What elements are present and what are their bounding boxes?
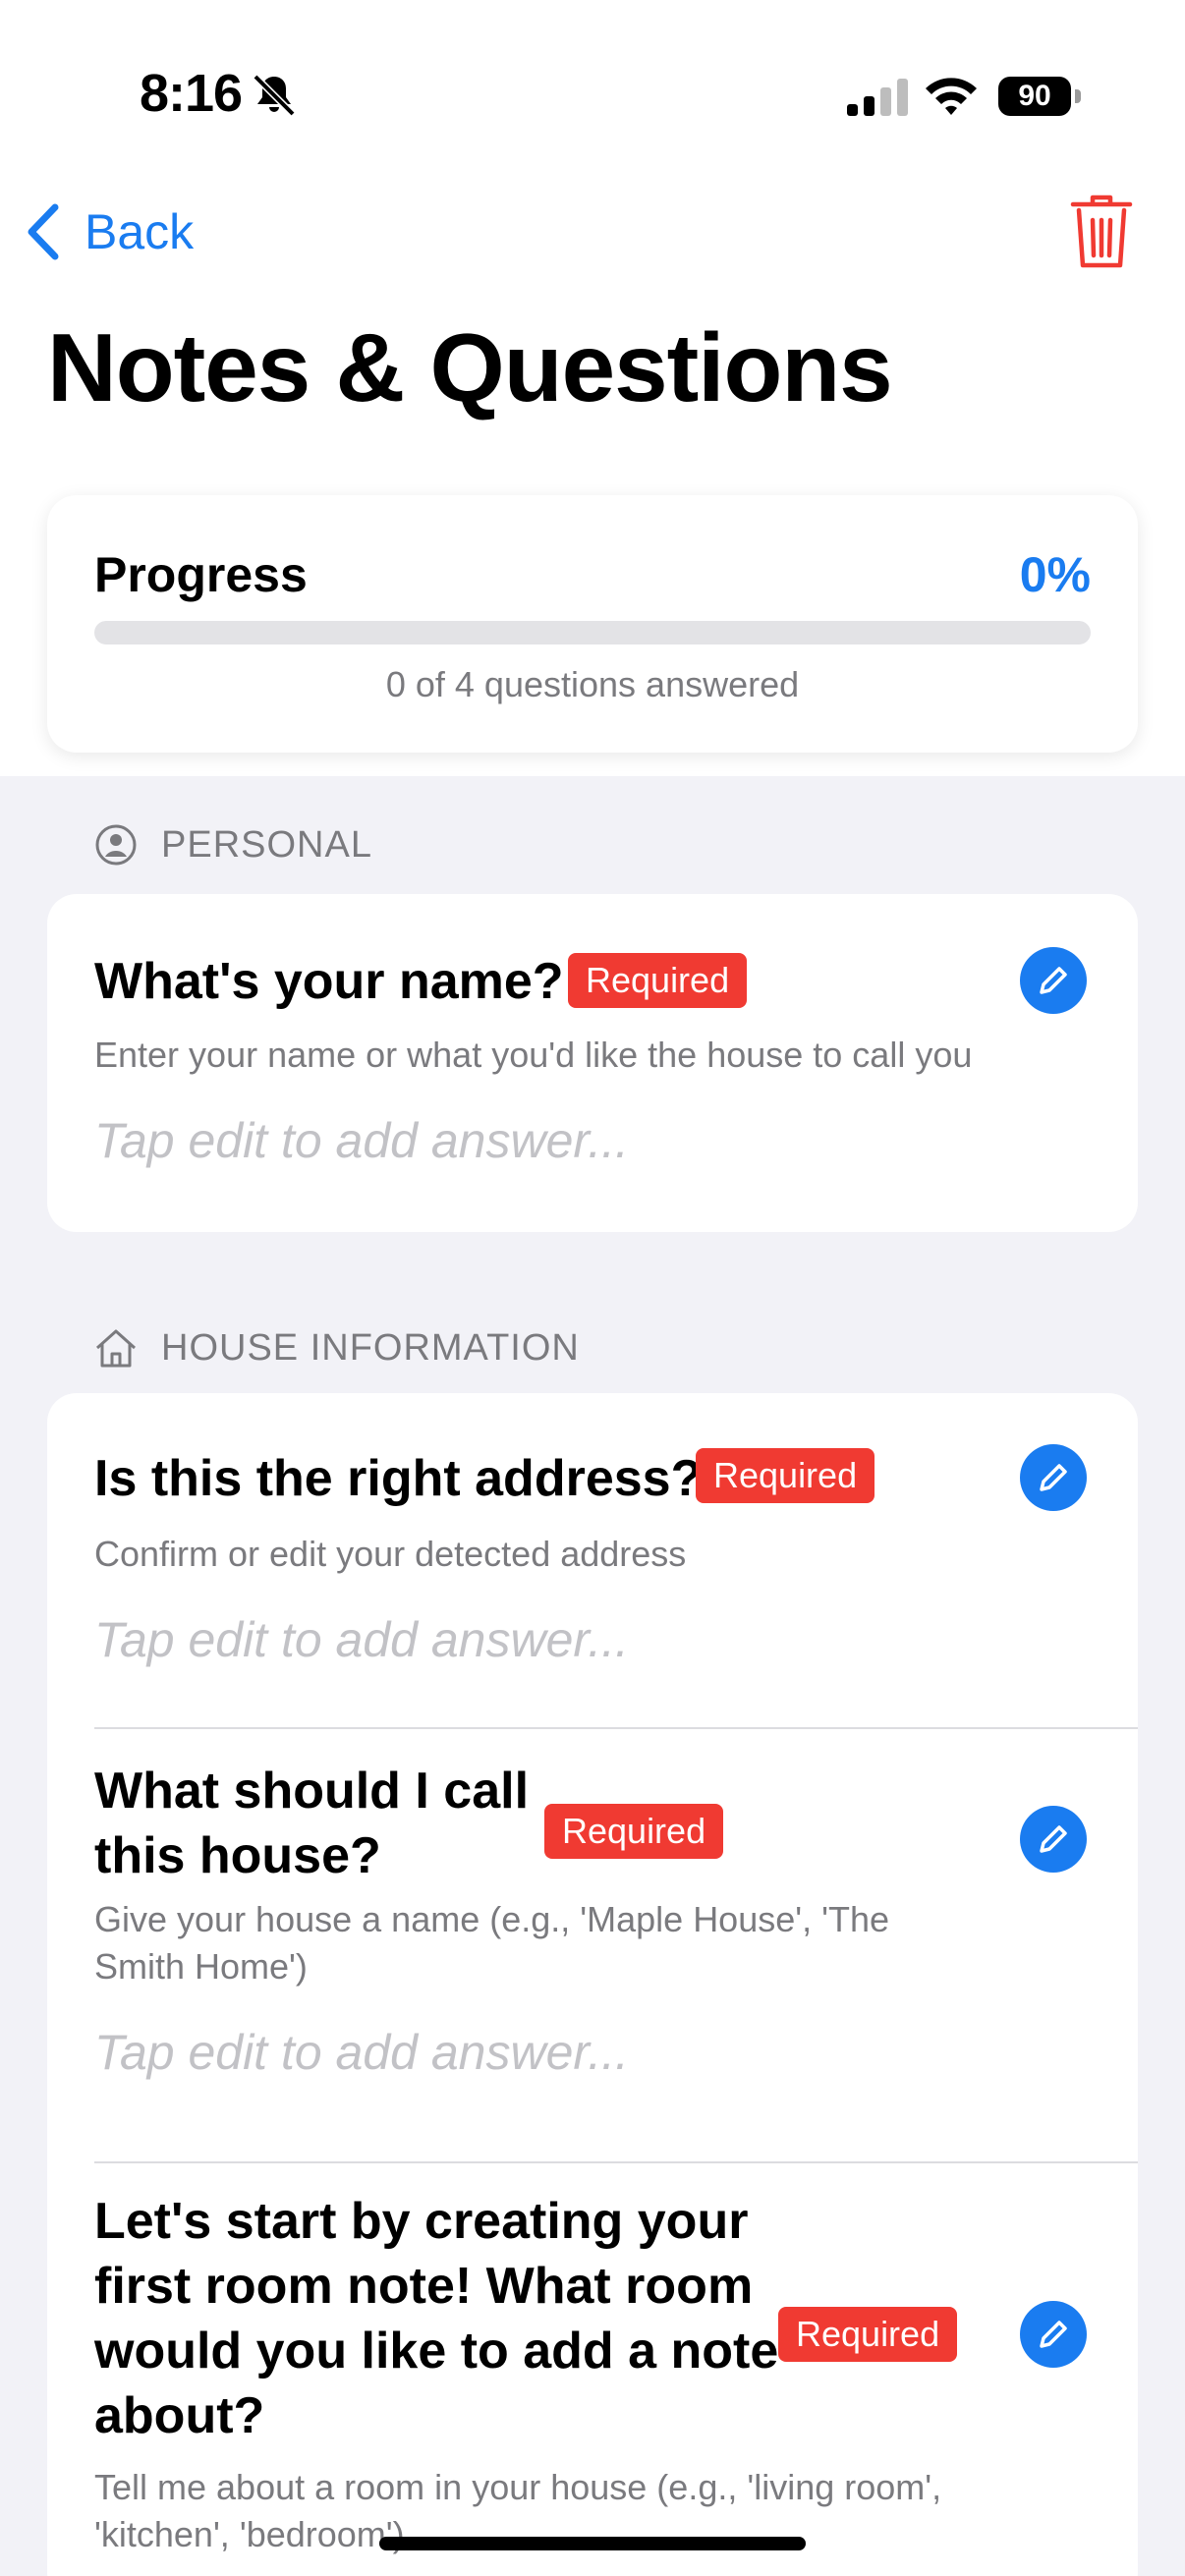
edit-button[interactable]	[1020, 1444, 1087, 1511]
edit-button[interactable]	[1020, 2301, 1087, 2368]
question-title-line: Let's start by creating your	[94, 2193, 749, 2250]
question-hint-line: Smith Home')	[94, 1946, 308, 1987]
bell-slash-icon	[253, 74, 296, 117]
trash-icon[interactable]	[1069, 193, 1134, 271]
required-badge: Required	[544, 1804, 724, 1859]
wifi-icon	[926, 78, 977, 115]
section-title-personal: PERSONAL	[161, 823, 372, 866]
edit-button[interactable]	[1020, 1806, 1087, 1873]
back-button[interactable]: Back	[24, 196, 194, 267]
question-title: Is this the right address?	[94, 1450, 703, 1507]
question-title-line: about?	[94, 2387, 265, 2444]
cellular-signal-icon	[847, 79, 908, 116]
question-hint-line: Tell me about a room in your house (e.g.…	[94, 2467, 942, 2507]
status-time: 8:16	[140, 64, 243, 123]
divider	[94, 2161, 1138, 2163]
question-hint: Enter your name or what you'd like the h…	[94, 1035, 973, 1075]
pencil-icon	[1040, 967, 1067, 994]
question-title: What's your name?	[94, 953, 564, 1010]
question-hint: Give your house a name (e.g., 'Maple Hou…	[94, 1896, 889, 1990]
question-title-line: this house?	[94, 1827, 381, 1884]
progress-percent: 0%	[1019, 547, 1091, 602]
required-badge: Required	[696, 1448, 875, 1503]
answer-placeholder: Tap edit to add answer...	[94, 1113, 629, 1168]
section-header-personal: PERSONAL	[94, 823, 372, 867]
question-hint-line: Give your house a name (e.g., 'Maple Hou…	[94, 1899, 890, 1939]
question-title: What should I call this house?	[94, 1759, 529, 1888]
person-circle-icon	[95, 824, 137, 866]
section-header-house-information: HOUSE INFORMATION	[94, 1326, 580, 1370]
page-title: Notes & Questions	[47, 313, 893, 421]
progress-caption: 0 of 4 questions answered	[385, 664, 800, 704]
progress-bar	[94, 621, 1091, 644]
required-badge: Required	[568, 953, 748, 1008]
pencil-icon	[1040, 1825, 1067, 1853]
battery-level: 90	[1018, 80, 1051, 112]
progress-card: Progress 0% 0 of 4 questions answered	[47, 495, 1138, 753]
screen: 8:16 90 Back Notes & Questions Progress …	[0, 0, 1185, 2576]
battery-cap	[1075, 89, 1081, 103]
battery-indicator: 90	[998, 77, 1081, 116]
question-title-line: What should I call	[94, 1763, 530, 1820]
question-title-line: would you like to add a note	[94, 2323, 779, 2380]
house-information-card: Is this the right address? Required Conf…	[47, 1393, 1138, 2576]
back-label: Back	[85, 204, 195, 259]
personal-card: What's your name? Required Enter your na…	[47, 894, 1138, 1232]
divider	[94, 1727, 1138, 1729]
pencil-icon	[1040, 2321, 1067, 2348]
required-badge: Required	[778, 2307, 958, 2362]
question-hint: Confirm or edit your detected address	[94, 1534, 687, 1574]
pencil-icon	[1040, 1464, 1067, 1491]
question-title-line: first room note! What room	[94, 2258, 754, 2315]
progress-label: Progress	[94, 547, 308, 602]
chevron-left-icon	[28, 203, 59, 260]
answer-placeholder: Tap edit to add answer...	[94, 1612, 629, 1667]
answer-placeholder: Tap edit to add answer...	[94, 2025, 629, 2080]
edit-button[interactable]	[1020, 947, 1087, 1014]
section-title-house-information: HOUSE INFORMATION	[161, 1326, 580, 1369]
home-indicator	[379, 2537, 806, 2550]
question-hint-line: 'kitchen', 'bedroom')	[94, 2514, 405, 2554]
question-title: Let's start by creating your first room …	[94, 2189, 778, 2448]
house-icon	[95, 1329, 137, 1368]
